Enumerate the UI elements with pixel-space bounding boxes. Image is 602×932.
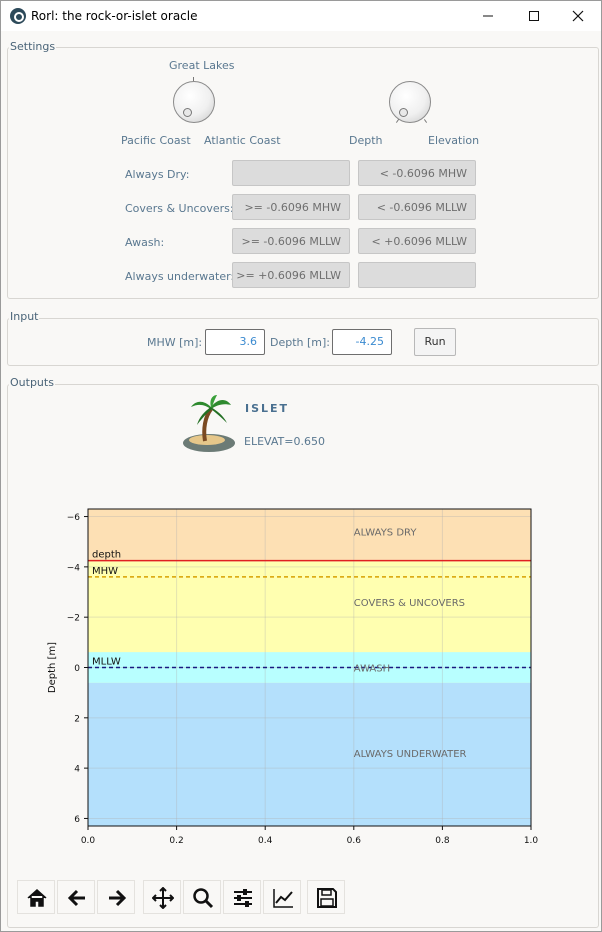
back-button[interactable] (57, 880, 95, 914)
chart-band-label: COVERS & UNCOVERS (354, 598, 465, 609)
subplots-button[interactable] (223, 880, 261, 914)
app-window: Rorl: the rock-or-islet oracle Settings … (0, 0, 602, 932)
chart-x-tick-label: 0.4 (258, 836, 273, 846)
chart-line-label: MHW (92, 566, 118, 577)
chart-x-tick-label: 0.0 (81, 836, 96, 846)
line-chart-icon (273, 889, 293, 908)
chart-x-tick-label: 0.6 (347, 836, 362, 846)
save-button[interactable] (307, 880, 345, 914)
chart-x-tick-label: 1.0 (524, 836, 539, 846)
forward-button[interactable] (97, 880, 135, 914)
chart-y-tick-label: 4 (74, 765, 80, 775)
chart-y-axis-label: Depth [m] (47, 642, 58, 693)
chart-y-tick-label: 0 (74, 664, 80, 674)
home-button[interactable] (17, 880, 55, 914)
zoom-icon (193, 888, 214, 909)
chart-y-tick-label: −2 (67, 614, 80, 624)
pan-button[interactable] (143, 880, 181, 914)
chart-band-label: ALWAYS UNDERWATER (354, 749, 467, 760)
arrow-left-icon (67, 889, 85, 907)
arrow-right-icon (109, 889, 127, 907)
save-icon (317, 888, 337, 908)
zoom-button[interactable] (183, 880, 221, 914)
chart-y-tick-label: 2 (74, 714, 80, 724)
chart-y-tick-label: −6 (67, 513, 81, 523)
chart-line-label: depth (92, 550, 121, 561)
move-icon (152, 887, 174, 909)
sliders-icon (234, 889, 252, 907)
chart-y-tick-label: 6 (74, 815, 80, 825)
chart-x-tick-label: 0.2 (169, 836, 183, 846)
chart-y-tick-label: −4 (67, 563, 81, 573)
chart-band-label: ALWAYS DRY (354, 528, 418, 539)
chart-x-tick-label: 0.8 (435, 836, 450, 846)
depth-chart[interactable]: depth MHW MLLW ALWAYS DRY COVERS & UNCOVERS A… (1, 1, 601, 931)
chart-band-label: AWASH (354, 664, 390, 675)
chart-line-label: MLLW (92, 657, 121, 668)
customize-button[interactable] (263, 880, 301, 914)
home-icon (27, 888, 47, 907)
